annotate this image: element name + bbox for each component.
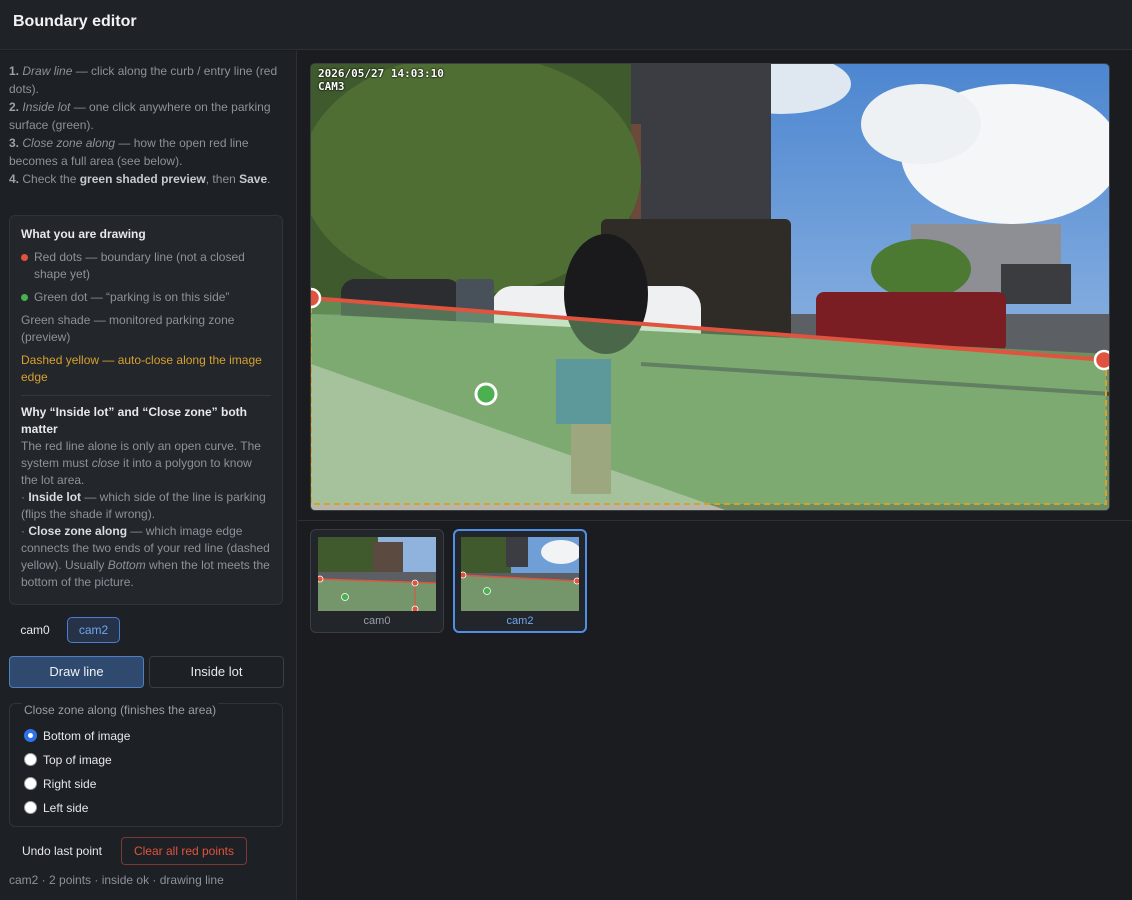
help-heading: What you are drawing — [21, 227, 146, 241]
radio-icon[interactable] — [24, 753, 37, 766]
legend-dashed-yellow: Dashed yellow — auto-close along the ima… — [21, 353, 262, 384]
app-header: Boundary editor — [0, 0, 1132, 50]
camera-tab-cam0[interactable]: cam0 — [9, 617, 61, 643]
camera-osd: 2026/05/27 14:03:10 CAM3 — [318, 67, 444, 93]
divider — [21, 395, 271, 396]
legend-green-dot: Green dot — “parking is on this side” — [21, 289, 271, 306]
camera-tab-cam2[interactable]: cam2 — [67, 617, 120, 643]
step-1: 1. Draw line — click along the curb / en… — [9, 64, 278, 96]
red-dot-icon — [21, 254, 28, 261]
inside-point-handle[interactable] — [474, 382, 498, 406]
radio-icon[interactable] — [24, 801, 37, 814]
why-heading: Why “Inside lot” and “Close zone” both m… — [21, 405, 248, 436]
step-3: 3. Close zone along — how the open red l… — [9, 136, 249, 168]
clear-red-points-button[interactable]: Clear all red points — [121, 837, 247, 865]
draw-line-button[interactable]: Draw line — [9, 656, 144, 688]
osd-camera-label: CAM3 — [318, 80, 345, 93]
instructions: 1. Draw line — click along the curb / en… — [9, 62, 289, 188]
camera-scene[interactable] — [311, 64, 1110, 511]
thumbnail-scene — [318, 537, 436, 611]
tree — [871, 239, 971, 299]
osd-timestamp: 2026/05/27 14:03:10 — [318, 67, 444, 80]
radio-icon[interactable] — [24, 777, 37, 790]
legend-green-shade: Green shade — monitored parking zone (pr… — [21, 313, 235, 344]
app-title: Boundary editor — [13, 13, 137, 30]
boundary-point-handle[interactable] — [311, 287, 322, 309]
thumbnail-scene — [461, 537, 579, 611]
step-2: 2. Inside lot — one click anywhere on th… — [9, 100, 271, 132]
sidebar: 1. Draw line — click along the curb / en… — [0, 51, 297, 900]
thumbnail-label: cam0 — [363, 615, 391, 627]
thumbnail-label: cam2 — [506, 615, 534, 627]
step-4: 4. Check the green shaded preview, then … — [9, 172, 271, 186]
green-dot-icon — [21, 294, 28, 301]
cloud — [861, 84, 981, 164]
close-zone-legend: Close zone along (finishes the area) — [22, 703, 219, 717]
radio-selected-icon[interactable] — [24, 729, 37, 742]
why-bullet-inside: · Inside lot — which side of the line is… — [21, 490, 266, 521]
undo-last-point-button[interactable]: Undo last point — [9, 837, 115, 865]
legend-red-dots: Red dots — boundary line (not a closed s… — [21, 249, 271, 283]
thumbnail-cam0[interactable]: cam0 — [310, 529, 444, 633]
why-bullet-close: · Close zone along — which image edge co… — [21, 524, 270, 589]
drawing-help-panel: What you are drawing Red dots — boundary… — [9, 215, 283, 605]
why-paragraph: The red line alone is only an open curve… — [21, 439, 261, 487]
inside-lot-button[interactable]: Inside lot — [149, 656, 284, 688]
building — [1001, 264, 1071, 304]
status-line: cam2 · 2 points · inside ok · drawing li… — [9, 873, 224, 887]
thumbnail-cam2[interactable]: cam2 — [453, 529, 587, 633]
thumbnail-image — [318, 537, 436, 611]
boundary-point-handle[interactable] — [1093, 349, 1110, 371]
thumbnail-image — [461, 537, 579, 611]
camera-canvas[interactable]: 2026/05/27 14:03:10 CAM3 — [310, 63, 1110, 511]
close-zone-group: Close zone along (finishes the area) Bot… — [9, 703, 283, 827]
